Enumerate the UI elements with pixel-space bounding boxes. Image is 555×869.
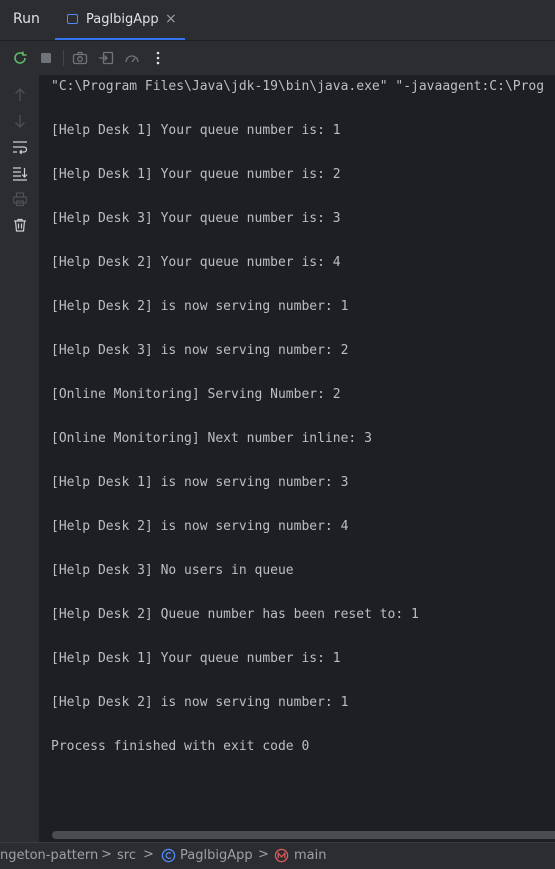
soft-wrap-icon[interactable] [12, 139, 28, 155]
console-line: [Help Desk 3] is now serving number: 2 [51, 343, 349, 358]
class-icon [161, 848, 176, 867]
horizontal-scrollbar[interactable] [52, 831, 555, 839]
method-icon [274, 848, 289, 867]
close-icon[interactable]: × [165, 11, 177, 27]
exit-icon[interactable] [98, 50, 114, 66]
tab-active-indicator [55, 38, 185, 40]
console-line: [Help Desk 1] Your queue number is: 1 [51, 651, 341, 666]
console-line: [Help Desk 2] is now serving number: 1 [51, 299, 349, 314]
console-line: [Help Desk 2] is now serving number: 1 [51, 695, 349, 710]
console-line: [Help Desk 2] Queue number has been rese… [51, 607, 419, 622]
chevron-right-icon: > [101, 847, 112, 862]
console-line: [Help Desk 3] No users in queue [51, 563, 294, 578]
scroll-to-end-icon[interactable] [12, 165, 28, 181]
console-line: [Help Desk 2] Your queue number is: 4 [51, 255, 341, 270]
tool-window-title: Run [13, 11, 40, 27]
breadcrumb-method[interactable]: main [294, 848, 326, 863]
console-line: [Help Desk 2] is now serving number: 4 [51, 519, 349, 534]
console-line: [Help Desk 1] Your queue number is: 2 [51, 167, 341, 182]
console-line: [Help Desk 1] is now serving number: 3 [51, 475, 349, 490]
breadcrumb: ngeton-pattern > src > PaglbigApp > main [0, 842, 555, 869]
breadcrumb-project[interactable]: ngeton-pattern [0, 848, 98, 863]
gauge-icon[interactable] [124, 50, 140, 66]
breadcrumb-class[interactable]: PaglbigApp [180, 848, 253, 863]
chevron-right-icon: > [143, 847, 154, 862]
console-output[interactable]: "C:\Program Files\Java\jdk-19\bin\java.e… [39, 75, 555, 842]
breadcrumb-folder[interactable]: src [117, 848, 136, 863]
toolbar-divider [63, 50, 64, 66]
chevron-right-icon: > [258, 847, 269, 862]
console-line: [Online Monitoring] Serving Number: 2 [51, 387, 341, 402]
arrow-down-icon[interactable] [12, 113, 28, 129]
trash-icon[interactable] [12, 217, 28, 233]
more-icon[interactable] [150, 50, 166, 66]
tab-bar: Run PaglbigApp × [0, 0, 555, 41]
arrow-up-icon[interactable] [12, 87, 28, 103]
print-icon[interactable] [12, 191, 28, 207]
console-line: [Online Monitoring] Next number inline: … [51, 431, 372, 446]
console-command-line: "C:\Program Files\Java\jdk-19\bin\java.e… [51, 79, 545, 94]
console-exit-line: Process finished with exit code 0 [51, 739, 310, 754]
console-side-toolbar [0, 75, 39, 842]
run-toolbar [0, 41, 555, 75]
camera-icon[interactable] [72, 50, 88, 66]
tab-title: PaglbigApp [86, 12, 159, 27]
rerun-icon[interactable] [12, 50, 28, 66]
tab-paglbigapp[interactable]: PaglbigApp × [55, 0, 185, 40]
console-line: [Help Desk 1] Your queue number is: 1 [51, 123, 341, 138]
stop-icon[interactable] [38, 50, 54, 66]
run-config-icon [67, 14, 78, 24]
console-line: [Help Desk 3] Your queue number is: 3 [51, 211, 341, 226]
